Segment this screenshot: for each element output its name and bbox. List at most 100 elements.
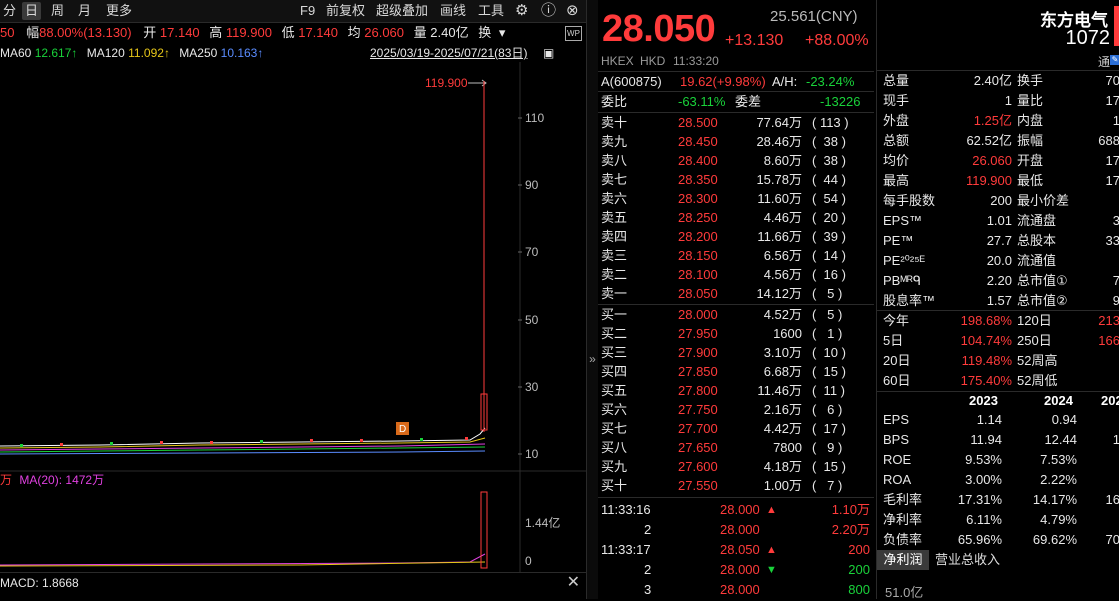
fin-value-2024: 4.79% [1040,512,1077,527]
period-minute-tab[interactable]: 分 [0,2,19,20]
period-week-tab[interactable]: 周 [48,2,67,20]
overlay-button[interactable]: 超级叠加 [373,2,431,20]
stat-label-2: 换手 [1017,73,1044,88]
tab-revenue[interactable]: 营业总收入 [935,550,1000,570]
period-month-tab[interactable]: 月 [75,2,94,20]
order-ratio-label: 委比 [601,94,628,109]
level-label: 卖七 [601,172,628,187]
stat-value-2: 9 [1112,293,1119,308]
wp-icon[interactable]: WP [565,26,582,41]
stat-value: 2.20 [986,273,1012,288]
level-price: 28.300 [678,191,718,206]
candle [210,441,213,444]
bid-level-row[interactable]: 买十 27.550 1.00万 ( 7 ) [598,476,874,495]
candle [420,438,423,441]
bid-level-row[interactable]: 买八 27.650 7800 ( 9 ) [598,438,874,457]
volume-legend: 万 MA(20): 1472万 [0,471,104,489]
stat-label: PE²⁰²⁵ᴱ [883,253,925,268]
bid-level-row[interactable]: 买七 27.700 4.42万 ( 17 ) [598,419,874,438]
bid-level-row[interactable]: 买九 27.600 4.18万 ( 15 ) [598,457,874,476]
fin-value-2023: 1.14 [976,412,1002,427]
period-more-tab[interactable]: 更多 [103,2,135,20]
order-diff-value: -13226 [820,94,861,109]
level-count: ( 17 ) [812,421,846,436]
bid-level-row[interactable]: 买六 27.750 2.16万 ( 6 ) [598,400,874,419]
stat-label-2: 总市值② [1017,293,1068,308]
level-price: 28.000 [678,307,718,322]
change-value: 88.00%(13.130) [39,25,132,40]
perf-label-2: 52周低 [1017,373,1058,388]
level-count: ( 1 ) [812,326,843,341]
fin-value-2024: 7.53% [1040,452,1077,467]
period-day-tab[interactable]: 日 [22,2,42,20]
calendar-icon[interactable]: ▣ [543,44,554,62]
ask-level-row[interactable]: 卖七 28.350 15.78万 ( 44 ) [598,170,874,189]
close-icon[interactable]: ⊗ [563,2,582,20]
perf-label-2: 250日 [1017,333,1052,348]
kline-chart-panel[interactable]: 分 日 周 月 更多 F9 前复权 超级叠加 画线 工具 ⚙ ⓘ ⊗ 50 幅8… [0,0,586,599]
level-label: 买九 [601,459,628,474]
ask-level-row[interactable]: 卖四 28.200 11.66万 ( 39 ) [598,227,874,246]
stat-value-2: 17 [1105,153,1119,168]
ask-level-row[interactable]: 卖一 28.050 14.12万 ( 5 ) [598,284,874,303]
ask-level-row[interactable]: 卖九 28.450 28.46万 ( 38 ) [598,132,874,151]
chart-toolbar: 分 日 周 月 更多 F9 前复权 超级叠加 画线 工具 ⚙ ⓘ ⊗ [0,0,586,23]
draw-line-button[interactable]: 画线 [437,2,469,20]
ask-level-row[interactable]: 卖六 28.300 11.60万 ( 54 ) [598,189,874,208]
price-volume-chart[interactable]: 110 90 70 50 30 10 119.900 D 1.44亿 0 [0,62,586,572]
avg-label: 均 [347,25,361,40]
tick-volume: 800 [848,582,870,597]
f9-button[interactable]: F9 [297,2,318,20]
bid-level-row[interactable]: 买三 27.900 3.10万 ( 10 ) [598,343,874,362]
ask-level-row[interactable]: 卖二 28.100 4.56万 ( 16 ) [598,265,874,284]
level-volume: 4.42万 [763,421,802,436]
bid-level-row[interactable]: 买二 27.950 1600 ( 1 ) [598,324,874,343]
y-tick-30: 30 [525,380,539,394]
level-volume: 8.60万 [763,153,802,168]
level-label: 买八 [601,440,628,455]
level-label: 买七 [601,421,628,436]
bid-level-row[interactable]: 买五 27.800 11.46万 ( 11 ) [598,381,874,400]
level-label: 买二 [601,326,628,341]
tools-button[interactable]: 工具 [475,2,507,20]
candle [465,437,468,440]
level-label: 买三 [601,345,628,360]
ask-level-row[interactable]: 卖五 28.250 4.46万 ( 20 ) [598,208,874,227]
dropdown-icon[interactable]: ▾ [499,25,506,40]
stat-label-2: 流通值 [1017,253,1057,268]
stat-label-2: 流通盘 [1017,213,1057,228]
bid-level-row[interactable]: 买一 28.000 4.52万 ( 5 ) [598,305,874,324]
stat-value: 1.57 [986,293,1012,308]
quote-panel: 28.050 25.561(CNY) +13.130 +88.00% HKEX … [598,0,874,599]
fin-value-2025: 70 [1105,532,1119,547]
tick-seq: 2 [644,562,652,577]
stat-label-2: 量比 [1017,93,1044,108]
stat-value-2: 70 [1105,73,1119,88]
level-label: 买十 [601,478,628,493]
level-price: 28.200 [678,229,718,244]
close-macd-icon[interactable]: ✕ [567,573,580,593]
level-price: 28.250 [678,210,718,225]
level-price: 27.650 [678,440,718,455]
date-range[interactable]: 2025/03/19-2025/07/21(83日) [370,44,527,62]
edit-icon[interactable]: ✎ [1110,55,1119,65]
help-icon[interactable]: ⓘ [538,2,559,20]
gear-icon[interactable]: ⚙ [512,2,531,20]
order-ratio-value: -63.11% [678,94,726,109]
ma120-value: 11.092↑ [128,46,170,60]
ma250-label: MA250 [179,46,218,60]
stat-label-2: 振幅 [1017,133,1044,148]
collapse-icon[interactable]: » [587,352,598,366]
ask-level-row[interactable]: 卖三 28.150 6.56万 ( 14 ) [598,246,874,265]
high-price-annotation: 119.900 [425,76,468,90]
bid-level-row[interactable]: 买四 27.850 6.68万 ( 15 ) [598,362,874,381]
ask-level-row[interactable]: 卖八 28.400 8.60万 ( 38 ) [598,151,874,170]
adjust-button[interactable]: 前复权 [323,2,368,20]
a-share-row[interactable]: A(600875) 19.62(+9.98%) A/H: -23.24% [598,72,874,91]
tab-net-profit[interactable]: 净利润 [877,550,929,570]
fin-value-2025: 16 [1105,492,1119,507]
candle [160,441,163,444]
ask-level-row[interactable]: 卖十 28.500 77.64万 ( 113 ) [598,113,874,132]
perf-value: 198.68% [960,313,1012,328]
ma60-value: 12.617↑ [34,46,78,60]
